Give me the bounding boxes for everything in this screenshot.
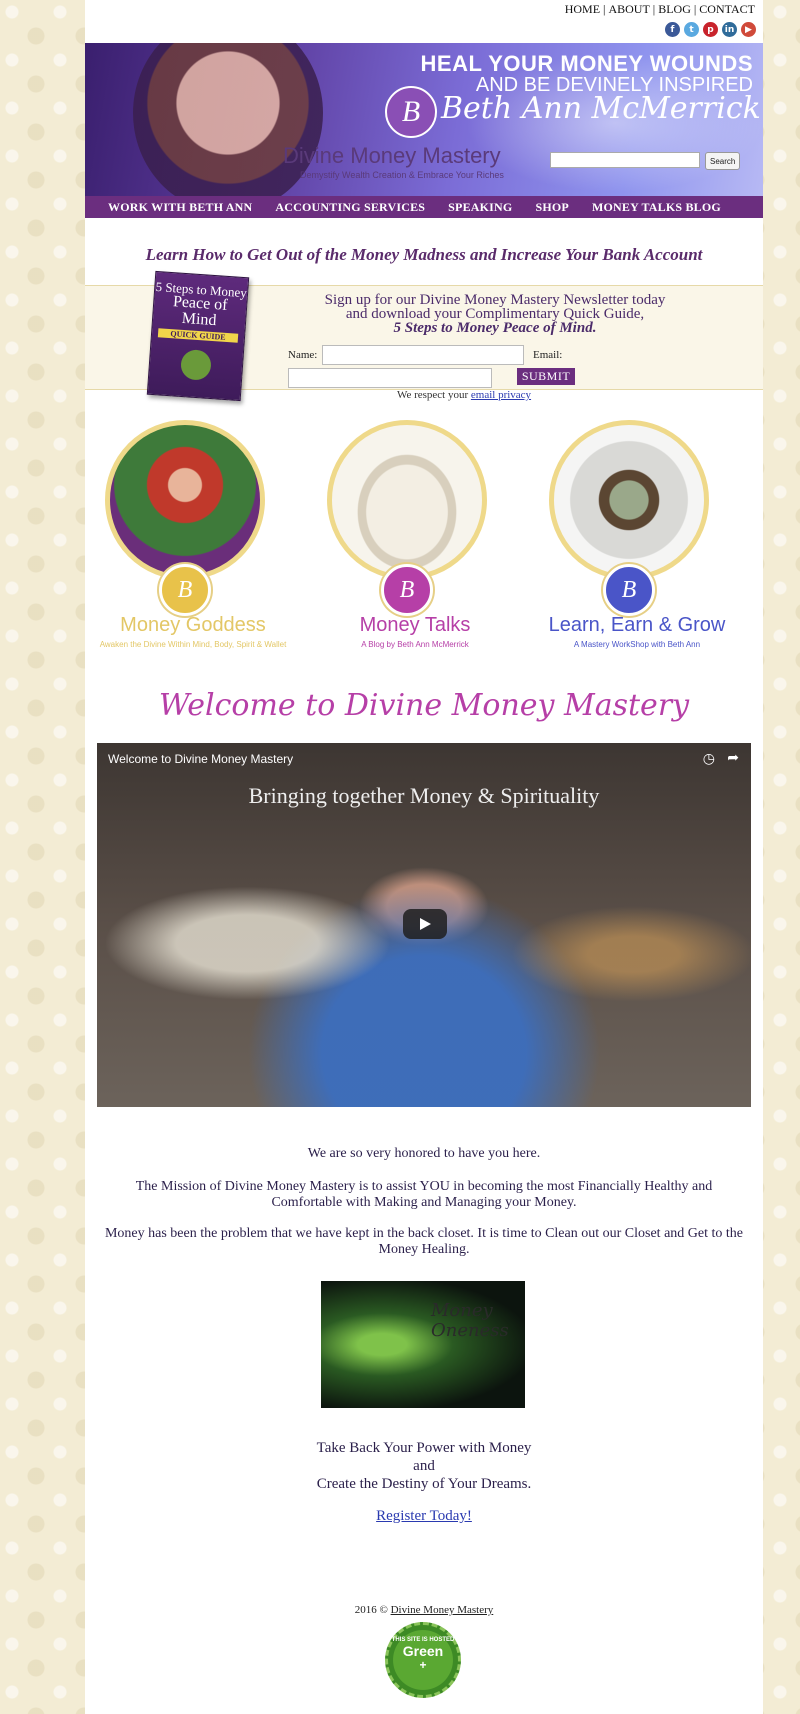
video-overlay-text: Bringing together Money & Spirituality: [248, 783, 600, 808]
feature-subtitle: A Mastery WorkShop with Beth Ann: [573, 640, 701, 649]
tree-icon: [179, 348, 212, 381]
linkedin-icon[interactable]: in: [722, 22, 737, 37]
copyright-text: 2016 ©: [354, 1604, 388, 1616]
name-field[interactable]: [322, 345, 524, 365]
search-input[interactable]: [550, 152, 700, 168]
portrait-image: [133, 43, 323, 196]
page-headline: Learn How to Get Out of the Money Madnes…: [145, 245, 703, 264]
email-label: Email:: [533, 349, 563, 361]
cta-line: and: [413, 1458, 435, 1474]
watch-later-icon[interactable]: ◷: [703, 751, 715, 767]
top-link-home[interactable]: HOME: [565, 2, 600, 16]
nav-item-shop[interactable]: SHOP: [535, 200, 568, 215]
money-tree-image[interactable]: [549, 420, 709, 580]
nav-item-speaking[interactable]: SPEAKING: [448, 200, 512, 215]
privacy-note: We respect your email privacy: [85, 389, 763, 401]
logo-b-icon: B: [603, 564, 655, 616]
play-button[interactable]: [403, 909, 447, 939]
purse-image[interactable]: [327, 420, 487, 580]
feature-subtitle: Awaken the Divine Within Mind, Body, Spi…: [99, 640, 287, 649]
top-link-about[interactable]: ABOUT: [608, 2, 649, 16]
facebook-icon[interactable]: f: [665, 22, 680, 37]
author-name: Beth Ann McMerrick: [441, 91, 761, 126]
register-link[interactable]: Register Today!: [376, 1508, 472, 1524]
submit-button[interactable]: SUBMIT: [517, 368, 575, 385]
page-container: HOME | ABOUT | BLOG | CONTACT f t p in ▶ HEAL …: [85, 0, 763, 1714]
site-brand[interactable]: Divine Money Mastery: [283, 143, 501, 169]
feature-title[interactable]: Money Goddess: [93, 614, 293, 637]
footer-copyright: 2016 © Divine Money Mastery: [85, 1604, 763, 1616]
separator: |: [652, 2, 656, 16]
privacy-link[interactable]: email privacy: [471, 389, 531, 401]
feature-title[interactable]: Learn, Earn & Grow: [537, 614, 737, 637]
newsletter-line1: Sign up for our Divine Money Mastery New…: [324, 292, 666, 308]
logo-b-icon[interactable]: B: [385, 86, 437, 138]
body-paragraph: We are so very honored to have you here.: [307, 1146, 541, 1161]
youtube-icon[interactable]: ▶: [741, 22, 756, 37]
logo-b-icon: B: [159, 564, 211, 616]
twitter-icon[interactable]: t: [684, 22, 699, 37]
newsletter-line2: and download your Complimentary Quick Gu…: [345, 306, 645, 322]
badge-text: Green: [402, 1643, 444, 1659]
name-label: Name:: [288, 349, 318, 361]
goddess-image[interactable]: [105, 420, 265, 580]
feature-title[interactable]: Money Talks: [315, 614, 515, 637]
header-banner: HEAL YOUR MONEY WOUNDS AND BE DEVINELY I…: [85, 43, 763, 196]
search-button[interactable]: Search: [705, 152, 741, 170]
video-player[interactable]: Welcome to Divine Money Mastery ◷ ➦ Brin…: [97, 743, 751, 1107]
body-paragraph: The Mission of Divine Money Mastery is t…: [135, 1179, 713, 1210]
cta-line: Create the Destiny of Your Dreams.: [316, 1476, 532, 1492]
image-caption: Money Oneness: [431, 1300, 509, 1341]
logo-b-icon: B: [381, 564, 433, 616]
plus-icon: +: [419, 1658, 427, 1672]
video-title[interactable]: Welcome to Divine Money Mastery: [108, 752, 293, 766]
nav-item-work-with-beth-ann[interactable]: WORK WITH BETH ANN: [108, 200, 252, 215]
newsletter-copy: Sign up for our Divine Money Mastery New…: [285, 292, 705, 336]
feature-money-talks[interactable]: B Money Talks A Blog by Beth Ann McMerri…: [315, 420, 495, 652]
main-nav: WORK WITH BETH ANN ACCOUNTING SERVICES S…: [85, 196, 763, 218]
nav-item-accounting-services[interactable]: ACCOUNTING SERVICES: [275, 200, 425, 215]
nav-item-money-talks-blog[interactable]: MONEY TALKS BLOG: [592, 200, 721, 215]
top-link-contact[interactable]: CONTACT: [699, 2, 755, 16]
feature-learn-earn-grow[interactable]: B Learn, Earn & Grow A Mastery WorkShop …: [537, 420, 725, 652]
feature-money-goddess[interactable]: B Money Goddess Awaken the Divine Within…: [93, 420, 286, 652]
welcome-heading: Welcome to Divine Money Mastery: [158, 688, 690, 723]
site-tagline: Demystify Wealth Creation & Embrace Your…: [300, 170, 504, 180]
social-icons: f t p in ▶: [665, 22, 756, 37]
share-icon[interactable]: ➦: [727, 750, 739, 766]
footer-site-link[interactable]: Divine Money Mastery: [391, 1604, 494, 1616]
newsletter-line3: 5 Steps to Money Peace of Mind.: [393, 320, 597, 336]
pinterest-icon[interactable]: p: [703, 22, 718, 37]
book-badge: QUICK GUIDE: [157, 328, 239, 343]
body-paragraph: Money has been the problem that we have …: [104, 1226, 743, 1257]
top-link-blog[interactable]: BLOG: [658, 2, 691, 16]
feature-subtitle: A Blog by Beth Ann McMerrick: [361, 640, 469, 649]
cta-line: Take Back Your Power with Money: [316, 1440, 532, 1456]
money-oneness-image[interactable]: Money Oneness: [321, 1281, 525, 1408]
play-icon: [420, 918, 431, 930]
quick-guide-book-image: 5 Steps to Money Peace of Mind QUICK GUI…: [146, 270, 250, 402]
email-field[interactable]: [288, 368, 492, 388]
newsletter-signup: 5 Steps to Money Peace of Mind QUICK GUI…: [85, 270, 763, 402]
privacy-text: We respect your: [396, 389, 469, 401]
green-hosting-badge[interactable]: THIS SITE IS HOSTED Green +: [385, 1622, 461, 1698]
top-links: HOME | ABOUT | BLOG | CONTACT: [565, 2, 755, 17]
register-link-wrap: Register Today!: [85, 1508, 763, 1525]
